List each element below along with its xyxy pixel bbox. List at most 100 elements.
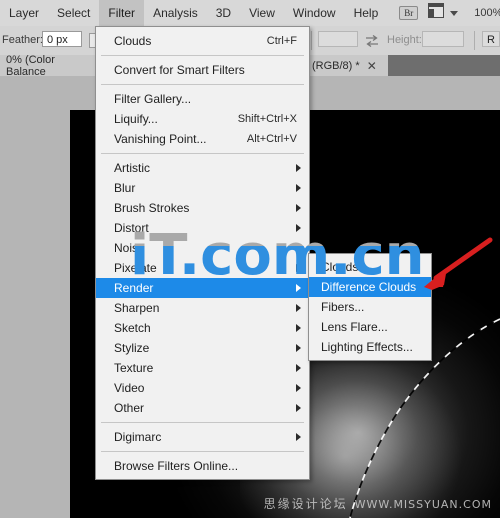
menu-item-vanishing-point[interactable]: Vanishing Point... Alt+Ctrl+V	[96, 129, 309, 149]
chevron-right-icon	[296, 384, 301, 392]
options-divider-2	[474, 31, 475, 50]
screen-mode-icon[interactable]	[428, 3, 445, 23]
menu-item-texture[interactable]: Texture	[96, 358, 309, 378]
menu-separator	[101, 55, 304, 56]
swap-width-height-icon[interactable]	[365, 34, 379, 52]
menu-item-render[interactable]: Render	[96, 278, 309, 298]
menu-separator	[101, 153, 304, 154]
menu-view[interactable]: View	[240, 0, 284, 26]
menu-item-artistic[interactable]: Artistic	[96, 158, 309, 178]
chevron-right-icon	[296, 184, 301, 192]
menu-filter[interactable]: Filter	[99, 0, 145, 26]
menu-item-label: Filter Gallery...	[114, 92, 192, 106]
menu-item-noise[interactable]: Noise	[96, 238, 309, 258]
height-label: Height:	[387, 34, 422, 46]
refine-edge-button[interactable]: R	[482, 31, 500, 47]
menu-item-stylize[interactable]: Stylize	[96, 338, 309, 358]
menu-item-label: Convert for Smart Filters	[114, 63, 245, 77]
menu-3d-label: 3D	[215, 6, 232, 20]
chevron-right-icon	[296, 164, 301, 172]
menu-item-browse-filters-online[interactable]: Browse Filters Online...	[96, 456, 309, 476]
menu-item-label: Sharpen	[114, 301, 160, 315]
menu-item-label: Render	[114, 281, 154, 295]
menu-3d[interactable]: 3D	[207, 0, 240, 26]
submenu-item-difference-clouds[interactable]: Difference Clouds	[309, 277, 431, 297]
height-input[interactable]	[422, 31, 464, 47]
menu-item-label: Artistic	[114, 161, 150, 175]
menu-item-label: Distort	[114, 221, 149, 235]
submenu-item-fibers[interactable]: Fibers...	[309, 297, 431, 317]
menu-analysis-label: Analysis	[153, 6, 198, 20]
options-divider-1	[311, 31, 312, 50]
menu-item-filter-gallery[interactable]: Filter Gallery...	[96, 89, 309, 109]
menu-item-blur[interactable]: Blur	[96, 178, 309, 198]
submenu-item-label: Clouds	[321, 260, 359, 274]
menu-item-other[interactable]: Other	[96, 398, 309, 418]
menu-item-sharpen[interactable]: Sharpen	[96, 298, 309, 318]
chevron-right-icon	[296, 224, 301, 232]
menu-view-label: View	[249, 6, 275, 20]
menu-item-label: Blur	[114, 181, 136, 195]
menu-item-label: Liquify...	[114, 112, 158, 126]
menu-item-label: Browse Filters Online...	[114, 459, 239, 473]
menu-item-pixelate[interactable]: Pixelate	[96, 258, 309, 278]
photoshop-window: Layer Select Filter Analysis 3D View Win…	[0, 0, 500, 518]
chevron-right-icon	[296, 204, 301, 212]
menu-layer[interactable]: Layer	[0, 0, 48, 26]
document-tab-right[interactable]: (RGB/8) * ✕	[306, 55, 388, 76]
menu-item-video[interactable]: Video	[96, 378, 309, 398]
menu-item-distort[interactable]: Distort	[96, 218, 309, 238]
width-input[interactable]	[318, 31, 358, 47]
menu-help[interactable]: Help	[345, 0, 388, 26]
menu-item-label: Clouds	[114, 34, 152, 48]
document-tab-title: 0% (Color Balance	[6, 53, 55, 78]
menu-separator	[101, 422, 304, 423]
menu-item-label: Brush Strokes	[114, 201, 190, 215]
menu-item-brush-strokes[interactable]: Brush Strokes	[96, 198, 309, 218]
submenu-item-label: Difference Clouds	[321, 280, 417, 294]
bridge-button[interactable]: Br	[399, 6, 419, 20]
close-icon[interactable]: ✕	[367, 60, 377, 72]
menu-filter-label: Filter	[108, 6, 136, 20]
menu-item-clouds[interactable]: Clouds Ctrl+F	[96, 31, 309, 51]
menu-select[interactable]: Select	[48, 0, 99, 26]
filter-dropdown-menu[interactable]: Clouds Ctrl+F Convert for Smart Filters …	[95, 26, 310, 480]
menu-analysis[interactable]: Analysis	[144, 0, 207, 26]
chevron-right-icon	[296, 324, 301, 332]
menu-separator	[101, 451, 304, 452]
chevron-right-icon	[296, 404, 301, 412]
chevron-right-icon	[296, 244, 301, 252]
menu-item-liquify[interactable]: Liquify... Shift+Ctrl+X	[96, 109, 309, 129]
menu-item-convert-for-smart-filters[interactable]: Convert for Smart Filters	[96, 60, 309, 80]
chevron-right-icon	[296, 284, 301, 292]
render-submenu[interactable]: Clouds Difference Clouds Fibers... Lens …	[308, 253, 432, 361]
chevron-right-icon	[296, 433, 301, 441]
menu-item-sketch[interactable]: Sketch	[96, 318, 309, 338]
menu-layer-label: Layer	[9, 6, 40, 20]
document-tab-left[interactable]: 0% (Color Balance	[0, 53, 96, 78]
menu-bar: Layer Select Filter Analysis 3D View Win…	[0, 0, 500, 27]
menu-item-label: Video	[114, 381, 145, 395]
menu-item-label: Noise	[114, 241, 145, 255]
menu-item-shortcut: Ctrl+F	[266, 35, 297, 47]
menu-item-label: Vanishing Point...	[114, 132, 207, 146]
feather-input[interactable]: 0 px	[42, 31, 82, 47]
submenu-item-label: Lighting Effects...	[321, 340, 413, 354]
menu-window-label: Window	[292, 6, 336, 20]
watermark-cn-text: 思缘设计论坛	[263, 497, 348, 511]
menu-item-shortcut: Alt+Ctrl+V	[246, 133, 297, 145]
feather-label: Feather:	[2, 34, 43, 46]
menu-window[interactable]: Window	[284, 0, 345, 26]
submenu-item-lighting-effects[interactable]: Lighting Effects...	[309, 337, 431, 357]
screen-mode-chevron-down-icon[interactable]	[450, 10, 459, 16]
chevron-right-icon	[296, 364, 301, 372]
chevron-right-icon	[296, 304, 301, 312]
menu-item-label: Stylize	[114, 341, 150, 355]
menu-select-label: Select	[57, 6, 91, 20]
menu-item-digimarc[interactable]: Digimarc	[96, 427, 309, 447]
site-watermark-bottom: 思缘设计论坛 WWW.MISSYUAN.COM	[264, 495, 492, 512]
submenu-item-lens-flare[interactable]: Lens Flare...	[309, 317, 431, 337]
submenu-item-clouds[interactable]: Clouds	[309, 257, 431, 277]
zoom-level: 100%	[474, 7, 500, 19]
document-color-mode: (RGB/8) *	[312, 59, 360, 72]
